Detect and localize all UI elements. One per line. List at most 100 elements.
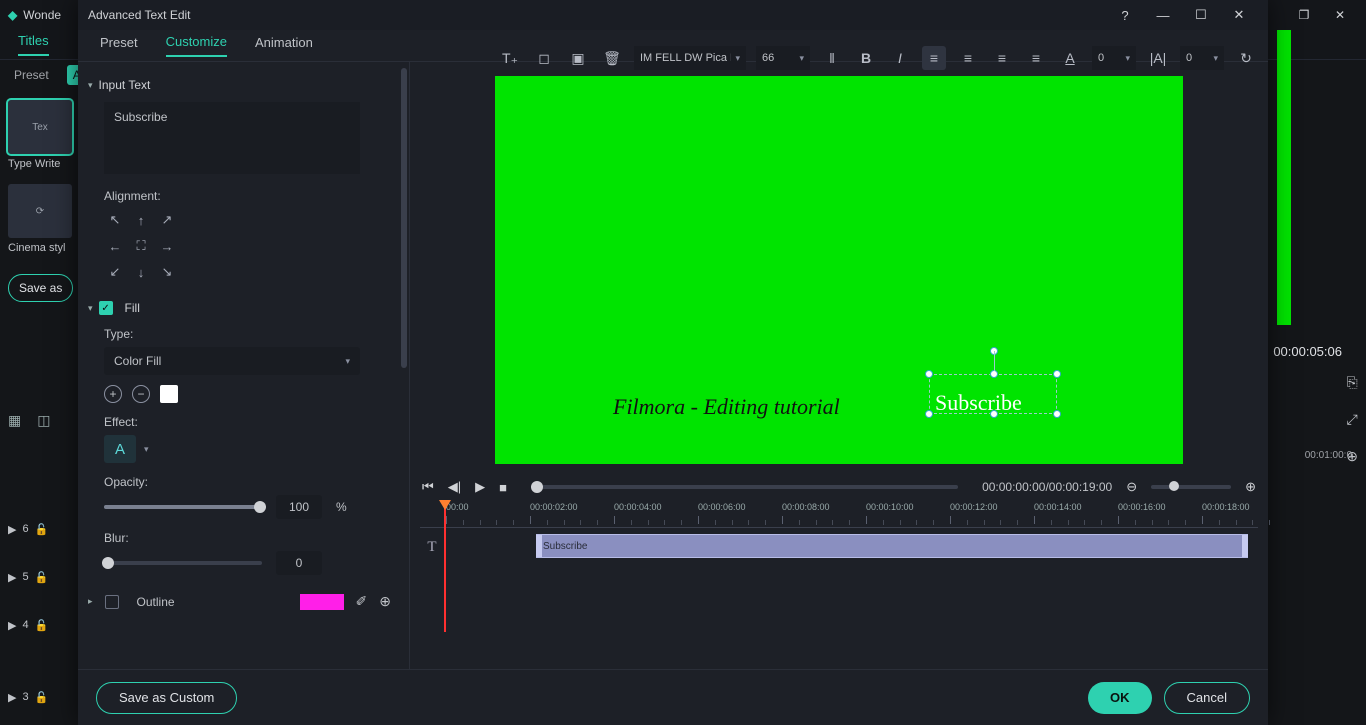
char-spacing-icon[interactable]: |A|	[1146, 46, 1170, 70]
ruler-tick: 00:00:16:00	[1118, 502, 1166, 512]
step-back-icon[interactable]: ◀|	[448, 479, 461, 495]
collapse-icon[interactable]: ▸	[88, 596, 93, 607]
line-height-icon[interactable]: ‖	[820, 46, 844, 70]
fill-type-select[interactable]: Color Fill▾	[104, 347, 360, 375]
align-r-icon[interactable]: →	[156, 235, 178, 257]
prev-frame-icon[interactable]: ⏮	[422, 479, 434, 495]
grid-view-icon[interactable]: ▦	[8, 412, 21, 429]
track-video-icon: ▶	[8, 619, 16, 632]
subtab-preset[interactable]: Preset	[14, 68, 49, 82]
align-c-icon[interactable]: ⛶	[130, 235, 152, 257]
lock-icon[interactable]: 🔓	[35, 691, 49, 704]
transport-slider[interactable]	[531, 485, 958, 489]
lock-icon[interactable]: 🔓	[35, 523, 49, 536]
alignment-grid: ↖↑↗ ←⛶→ ↙↓↘	[104, 209, 391, 283]
align-right-icon[interactable]: ≡	[990, 46, 1014, 70]
add-color-icon[interactable]: +	[104, 385, 122, 403]
align-t-icon[interactable]: ↑	[130, 209, 152, 231]
lock-icon[interactable]: 🔓	[35, 571, 49, 584]
canvas-text-2[interactable]: Subscribe	[935, 390, 1022, 416]
align-br-icon[interactable]: ↘	[156, 261, 178, 283]
add-outline-icon[interactable]: ⊕	[379, 593, 391, 610]
save-as-custom-button[interactable]: Save as Custom	[96, 682, 237, 714]
text-track-icon: T	[420, 539, 444, 556]
opacity-value[interactable]: 100	[276, 495, 322, 519]
stop-icon[interactable]: ■	[499, 480, 507, 495]
tab-customize[interactable]: Customize	[166, 34, 227, 57]
fill-color-swatch[interactable]	[160, 385, 178, 403]
tab-preset[interactable]: Preset	[100, 35, 138, 56]
italic-icon[interactable]: I	[888, 46, 912, 70]
timeline-end-time: 00:01:00:0	[1305, 450, 1352, 461]
blur-slider[interactable]	[104, 561, 262, 565]
left-scrollbar[interactable]	[401, 68, 407, 368]
collapse-icon[interactable]: ▾	[88, 303, 93, 314]
font-select[interactable]: IM FELL DW Pica F▾	[634, 46, 746, 70]
fullscreen-icon[interactable]: ⤢	[1347, 411, 1358, 428]
tab-titles[interactable]: Titles	[18, 33, 49, 56]
align-tr-icon[interactable]: ↗	[156, 209, 178, 231]
font-size-select[interactable]: 66▾	[756, 46, 810, 70]
blur-value[interactable]: 0	[276, 551, 322, 575]
align-tl-icon[interactable]: ↖	[104, 209, 126, 231]
input-text-field[interactable]	[104, 102, 360, 174]
track-video-icon: ▶	[8, 571, 16, 584]
title-thumb-cinema[interactable]: ⟳	[8, 184, 72, 238]
restore-main-icon[interactable]: ❐	[1286, 1, 1322, 29]
refresh-icon[interactable]: ↻	[1234, 46, 1258, 70]
align-l-icon[interactable]: ←	[104, 235, 126, 257]
minimize-icon[interactable]: —	[1144, 1, 1182, 29]
zoom-in-icon[interactable]: ⊕	[1245, 479, 1256, 495]
align-left-icon[interactable]: ≡	[922, 46, 946, 70]
save-as-button-under[interactable]: Save as	[8, 274, 73, 302]
letter-spacing-input[interactable]: 0▾	[1092, 46, 1136, 70]
type-label: Type:	[104, 327, 391, 341]
close-main-icon[interactable]: ✕	[1322, 1, 1358, 29]
align-center-icon[interactable]: ≡	[956, 46, 980, 70]
track-video-icon: ▶	[8, 691, 16, 704]
opacity-slider[interactable]	[104, 505, 262, 509]
align-bl-icon[interactable]: ↙	[104, 261, 126, 283]
add-image-icon[interactable]: ▣	[566, 46, 590, 70]
cancel-button[interactable]: Cancel	[1164, 682, 1250, 714]
maximize-icon[interactable]: ☐	[1182, 1, 1220, 29]
preview-canvas[interactable]: Filmora - Editing tutorial Subscribe	[495, 76, 1183, 464]
zoom-out-icon[interactable]: ⊖	[1126, 479, 1137, 495]
text-color-icon[interactable]: A	[1058, 46, 1082, 70]
help-icon[interactable]: ?	[1106, 1, 1144, 29]
mini-text-clip[interactable]: Subscribe	[536, 534, 1248, 558]
export-icon[interactable]: ⎘	[1347, 374, 1358, 391]
add-text-icon[interactable]: T₊	[498, 46, 522, 70]
eyedropper-icon[interactable]: ✐	[356, 593, 368, 610]
play-icon[interactable]: ▶	[475, 479, 485, 495]
char-spacing-input[interactable]: 0▾	[1180, 46, 1224, 70]
zoom-slider[interactable]	[1151, 485, 1231, 489]
timecode-main: 00:00:05:06	[1273, 344, 1342, 359]
delete-icon[interactable]: 🗑	[600, 46, 624, 70]
list-view-icon[interactable]: ◫	[37, 412, 50, 429]
effect-dropdown-icon[interactable]: ▾	[144, 444, 149, 455]
mini-ruler[interactable]: 00:0000:00:02:0000:00:04:0000:00:06:0000…	[420, 502, 1258, 528]
canvas-text-1[interactable]: Filmora - Editing tutorial	[613, 394, 840, 420]
tab-animation[interactable]: Animation	[255, 35, 313, 56]
lock-icon[interactable]: 🔓	[35, 619, 49, 632]
remove-color-icon[interactable]: −	[132, 385, 150, 403]
collapse-icon[interactable]: ▾	[88, 80, 93, 91]
title-thumb-typewriter[interactable]: Tex	[8, 100, 72, 154]
preview-strip	[1277, 30, 1291, 325]
ok-button[interactable]: OK	[1088, 682, 1152, 714]
advanced-text-edit-dialog: Advanced Text Edit ? — ☐ ✕ T₊ ◻ ▣ 🗑 IM F…	[78, 0, 1268, 725]
add-shape-icon[interactable]: ◻	[532, 46, 556, 70]
blur-label: Blur:	[104, 531, 391, 545]
opacity-unit: %	[336, 500, 347, 514]
close-icon[interactable]: ✕	[1220, 1, 1258, 29]
align-b-icon[interactable]: ↓	[130, 261, 152, 283]
outline-checkbox[interactable]	[105, 595, 119, 609]
outline-color-swatch[interactable]	[300, 594, 344, 610]
mini-playhead[interactable]	[444, 502, 446, 632]
effect-preview[interactable]: A	[104, 435, 136, 463]
align-justify-icon[interactable]: ≡	[1024, 46, 1048, 70]
ruler-tick: 00:00:12:00	[950, 502, 998, 512]
fill-checkbox[interactable]: ✓	[99, 301, 113, 315]
bold-icon[interactable]: B	[854, 46, 878, 70]
